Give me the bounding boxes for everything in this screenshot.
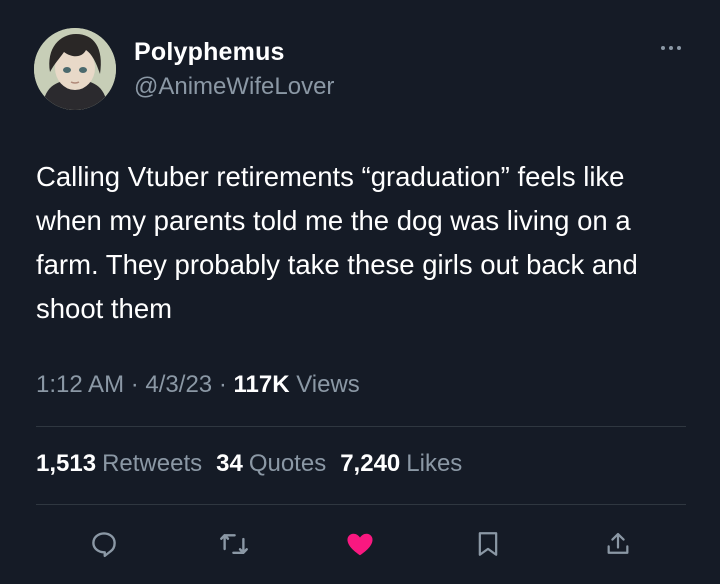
retweets-label: Retweets (102, 450, 203, 477)
reply-icon (92, 532, 116, 558)
views-count: 117K (233, 371, 290, 398)
like-button[interactable] (340, 524, 380, 564)
likes-stat[interactable]: 7,240 Likes (340, 450, 462, 478)
retweets-stat[interactable]: 1,513 Retweets (36, 450, 202, 478)
retweets-count: 1,513 (36, 450, 97, 477)
tweet-text: Calling Vtuber retirements “graduation” … (36, 161, 638, 324)
tweet-meta: 1:12 AM · 4/3/23 · 117K Views (36, 371, 360, 399)
bookmark-icon (478, 532, 498, 556)
quotes-label: Quotes (248, 450, 327, 477)
retweet-button[interactable] (214, 524, 254, 564)
reply-button[interactable] (84, 524, 124, 564)
engagement-stats: 1,513 Retweets 34 Quotes 7,240 Likes (36, 450, 462, 478)
author-handle[interactable]: @AnimeWifeLover (134, 73, 334, 101)
quotes-stat[interactable]: 34 Quotes (216, 450, 326, 478)
quotes-count: 34 (216, 450, 243, 477)
divider (36, 426, 686, 427)
action-bar (0, 516, 720, 572)
tweet-date[interactable]: 4/3/23 (145, 371, 212, 398)
more-options-icon[interactable] (654, 38, 688, 58)
retweet-icon (220, 534, 248, 554)
bookmark-button[interactable] (468, 524, 508, 564)
meta-separator: · (130, 371, 139, 398)
author-display-name[interactable]: Polyphemus (134, 38, 285, 67)
like-icon (347, 533, 373, 556)
likes-label: Likes (406, 450, 463, 477)
views-label: Views (296, 371, 360, 398)
share-icon (607, 532, 629, 554)
divider (36, 504, 686, 505)
meta-separator: · (218, 371, 227, 398)
share-button[interactable] (598, 524, 638, 564)
likes-count: 7,240 (340, 450, 401, 477)
avatar[interactable] (34, 28, 116, 110)
tweet-time[interactable]: 1:12 AM (36, 371, 124, 398)
